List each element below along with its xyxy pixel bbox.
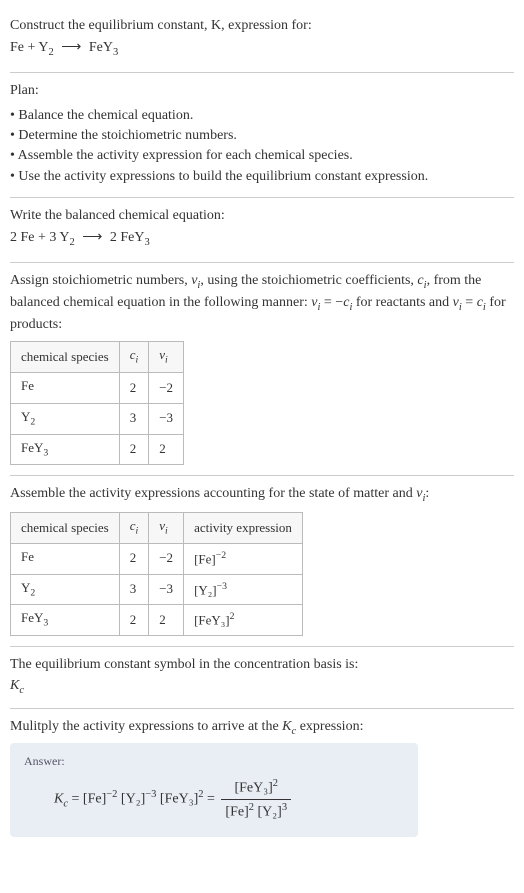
col-nui: νi xyxy=(149,513,184,544)
stoich-table: chemical species ci νi Fe 2 −2 Y2 3 −3 F… xyxy=(10,341,184,465)
col-species: chemical species xyxy=(11,342,120,373)
balanced-section: Write the balanced chemical equation: 2 … xyxy=(10,198,514,263)
table-row: Y2 3 −3 [Y₂]−3 xyxy=(11,574,303,605)
cell-species: Y2 xyxy=(11,574,120,605)
balanced-heading: Write the balanced chemical equation: xyxy=(10,206,514,226)
fraction: [FeY₃]2[Fe]2 [Y₂]3 xyxy=(218,776,294,823)
table-header-row: chemical species ci νi xyxy=(11,342,184,373)
cell-species: Fe xyxy=(11,373,120,404)
answer-label: Answer: xyxy=(24,753,404,770)
table-row: FeY3 2 2 [FeY₃]2 xyxy=(11,605,303,636)
intro-line1: Construct the equilibrium constant, K, e… xyxy=(10,16,514,36)
activity-section: Assemble the activity expressions accoun… xyxy=(10,476,514,647)
multiply-text: Mulitply the activity expressions to arr… xyxy=(10,717,514,739)
species-fey3: FeY3 xyxy=(89,40,118,55)
table-row: Fe 2 −2 [Fe]−2 xyxy=(11,544,303,575)
plan-list: Balance the chemical equation. Determine… xyxy=(10,106,514,187)
col-ci: ci xyxy=(119,342,149,373)
species-y2: Y2 xyxy=(59,230,74,245)
cell-nui: −3 xyxy=(149,574,184,605)
activity-table: chemical species ci νi activity expressi… xyxy=(10,512,303,636)
col-activity: activity expression xyxy=(184,513,303,544)
unbalanced-equation: Fe + Y2 ⟶ FeY3 xyxy=(10,38,514,60)
cell-ci: 2 xyxy=(119,605,149,636)
plus: + xyxy=(38,230,46,245)
species-fe: Fe xyxy=(10,40,24,55)
cell-species: FeY3 xyxy=(11,605,120,636)
table-header-row: chemical species ci νi activity expressi… xyxy=(11,513,303,544)
cell-nui: 2 xyxy=(149,605,184,636)
plan-item: Assemble the activity expression for eac… xyxy=(10,146,514,166)
species-y2: Y2 xyxy=(38,40,53,55)
table-row: FeY3 2 2 xyxy=(11,434,184,465)
cell-ci: 2 xyxy=(119,434,149,465)
species-fe: Fe xyxy=(21,230,35,245)
balanced-equation: 2 Fe + 3 Y2 ⟶ 2 FeY3 xyxy=(10,228,514,250)
col-ci: ci xyxy=(119,513,149,544)
answer-box: Answer: Kc = [Fe]−2 [Y₂]−3 [FeY₃]2 = [Fe… xyxy=(10,743,418,837)
coeff: 2 xyxy=(10,230,17,245)
coeff: 3 xyxy=(49,230,56,245)
cell-species: Fe xyxy=(11,544,120,575)
plus: + xyxy=(28,40,36,55)
arrow-icon: ⟶ xyxy=(78,230,106,245)
answer-section: Mulitply the activity expressions to arr… xyxy=(10,709,514,847)
plan-item: Determine the stoichiometric numbers. xyxy=(10,126,514,146)
symbol-kc: Kc xyxy=(10,676,514,698)
cell-activity: [FeY₃]2 xyxy=(184,605,303,636)
intro-section: Construct the equilibrium constant, K, e… xyxy=(10,8,514,73)
answer-expression: Kc = [Fe]−2 [Y₂]−3 [FeY₃]2 = [FeY₃]2[Fe]… xyxy=(24,776,404,823)
symbol-section: The equilibrium constant symbol in the c… xyxy=(10,647,514,708)
arrow-icon: ⟶ xyxy=(57,40,85,55)
table-row: Y2 3 −3 xyxy=(11,403,184,434)
coeff: 2 xyxy=(110,230,117,245)
plan-item: Balance the chemical equation. xyxy=(10,106,514,126)
activity-text: Assemble the activity expressions accoun… xyxy=(10,484,514,506)
plan-item: Use the activity expressions to build th… xyxy=(10,167,514,187)
table-row: Fe 2 −2 xyxy=(11,373,184,404)
plan-heading: Plan: xyxy=(10,81,514,101)
assign-text: Assign stoichiometric numbers, νi, using… xyxy=(10,271,514,335)
cell-nui: −2 xyxy=(149,373,184,404)
cell-activity: [Fe]−2 xyxy=(184,544,303,575)
cell-ci: 3 xyxy=(119,574,149,605)
plan-section: Plan: Balance the chemical equation. Det… xyxy=(10,73,514,197)
col-nui: νi xyxy=(149,342,184,373)
species-fey3: FeY3 xyxy=(120,230,149,245)
cell-nui: −2 xyxy=(149,544,184,575)
cell-species: FeY3 xyxy=(11,434,120,465)
symbol-text: The equilibrium constant symbol in the c… xyxy=(10,655,514,675)
cell-ci: 2 xyxy=(119,373,149,404)
cell-species: Y2 xyxy=(11,403,120,434)
assign-section: Assign stoichiometric numbers, νi, using… xyxy=(10,263,514,476)
col-species: chemical species xyxy=(11,513,120,544)
cell-nui: −3 xyxy=(149,403,184,434)
cell-ci: 2 xyxy=(119,544,149,575)
cell-nui: 2 xyxy=(149,434,184,465)
cell-activity: [Y₂]−3 xyxy=(184,574,303,605)
cell-ci: 3 xyxy=(119,403,149,434)
